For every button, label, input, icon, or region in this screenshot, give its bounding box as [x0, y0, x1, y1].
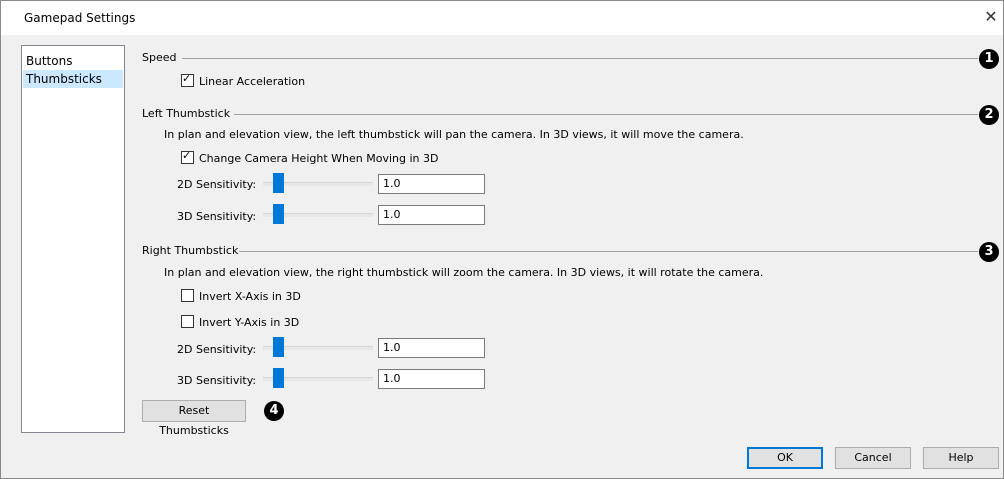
right-3d-sensitivity-slider-thumb[interactable] [273, 368, 284, 388]
title-bar: Gamepad Settings ✕ [1, 1, 1003, 35]
ok-button[interactable]: OK [747, 447, 823, 469]
sidebar-item-buttons[interactable]: Buttons [23, 52, 123, 70]
left-3d-sensitivity-label: 3D Sensitivity: [177, 210, 257, 223]
right-2d-sensitivity-label: 2D Sensitivity: [177, 343, 257, 356]
right-2d-sensitivity-slider-thumb[interactable] [273, 337, 284, 357]
checkmark-icon: ✓ [182, 72, 192, 85]
reset-thumbsticks-button[interactable]: Reset Thumbsticks [142, 400, 246, 437]
invert-x-axis-label: Invert X-Axis in 3D [199, 290, 301, 303]
speed-divider [182, 58, 978, 59]
callout-marker-1: 1 [979, 49, 999, 69]
change-camera-height-checkbox[interactable]: ✓ [181, 149, 194, 164]
left-2d-sensitivity-input[interactable]: 1.0 [378, 174, 485, 194]
speed-section-label: Speed [142, 51, 177, 64]
change-camera-height-label: Change Camera Height When Moving in 3D [199, 152, 439, 165]
checkmark-icon: ✓ [182, 149, 192, 162]
help-button[interactable]: Help [923, 447, 999, 469]
left-thumbstick-divider [234, 114, 978, 115]
invert-x-axis-checkbox[interactable] [181, 289, 194, 302]
callout-marker-4: 4 [264, 401, 284, 421]
dialog-title: Gamepad Settings [24, 11, 136, 25]
right-thumbstick-divider [239, 251, 978, 252]
right-3d-sensitivity-input[interactable]: 1.0 [378, 369, 485, 389]
gamepad-settings-dialog: Gamepad Settings ✕ Buttons Thumbsticks S… [0, 0, 1004, 479]
right-thumbstick-section-label: Right Thumbstick [142, 244, 239, 257]
callout-marker-2: 2 [979, 105, 999, 125]
left-3d-sensitivity-slider-thumb[interactable] [273, 204, 284, 224]
invert-y-axis-checkbox[interactable] [181, 315, 194, 328]
sidebar-item-thumbsticks[interactable]: Thumbsticks [23, 70, 123, 88]
right-3d-sensitivity-label: 3D Sensitivity: [177, 374, 257, 387]
linear-acceleration-label: Linear Acceleration [199, 75, 306, 88]
left-3d-sensitivity-input[interactable]: 1.0 [378, 205, 485, 225]
close-icon[interactable]: ✕ [981, 7, 1001, 27]
left-thumbstick-section-label: Left Thumbstick [142, 107, 231, 120]
callout-marker-3: 3 [979, 242, 999, 262]
linear-acceleration-checkbox[interactable]: ✓ [181, 72, 194, 87]
invert-y-axis-label: Invert Y-Axis in 3D [199, 316, 300, 329]
left-2d-sensitivity-label: 2D Sensitivity: [177, 178, 257, 191]
cancel-button[interactable]: Cancel [835, 447, 911, 469]
left-2d-sensitivity-slider-thumb[interactable] [273, 173, 284, 193]
right-thumbstick-description: In plan and elevation view, the right th… [164, 266, 764, 279]
left-thumbstick-description: In plan and elevation view, the left thu… [164, 128, 744, 141]
right-2d-sensitivity-input[interactable]: 1.0 [378, 338, 485, 358]
category-list: Buttons Thumbsticks [21, 45, 125, 433]
